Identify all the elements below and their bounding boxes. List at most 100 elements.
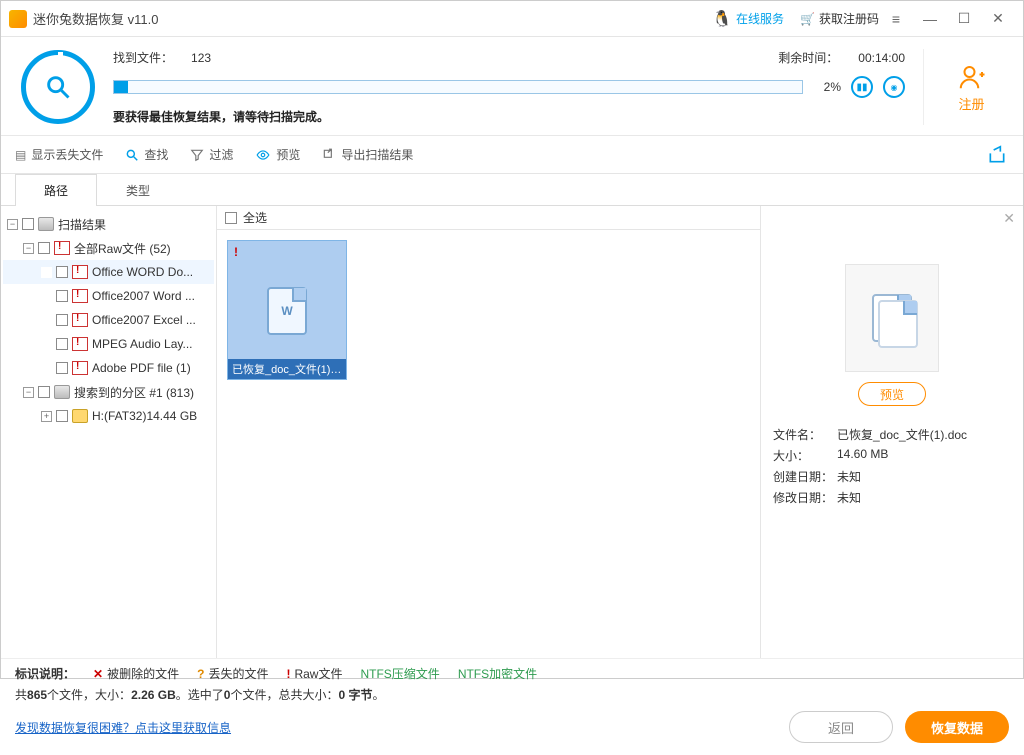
scan-hint: 要获得最佳恢复结果，请等待扫描完成。 bbox=[113, 108, 905, 125]
filter-button[interactable]: 过滤 bbox=[190, 146, 233, 163]
minimize-button[interactable]: — bbox=[913, 7, 947, 31]
penguin-icon: 🐧 bbox=[712, 9, 732, 29]
tree-panel[interactable]: − 扫描结果 − 全部Raw文件 (52) Office WORD Do... … bbox=[1, 206, 217, 658]
tree-drive[interactable]: + H:(FAT32)14.44 GB bbox=[3, 404, 214, 428]
collapse-icon[interactable]: − bbox=[23, 243, 34, 254]
filter-label: 过滤 bbox=[209, 146, 233, 163]
cart-icon: 🛒 bbox=[800, 12, 815, 26]
tree-item-label: MPEG Audio Lay... bbox=[92, 337, 193, 351]
user-plus-icon bbox=[955, 62, 989, 92]
close-button[interactable]: ✕ bbox=[981, 7, 1015, 31]
size-value: 14.60 MB bbox=[837, 447, 888, 464]
modified-key: 修改日期： bbox=[773, 489, 837, 506]
menu-button[interactable]: ≡ bbox=[879, 7, 913, 31]
select-all-label: 全选 bbox=[243, 209, 267, 226]
raw-icon bbox=[72, 313, 88, 327]
checkbox[interactable] bbox=[38, 242, 50, 254]
tab-path[interactable]: 路径 bbox=[15, 174, 97, 206]
funnel-icon bbox=[190, 148, 204, 162]
checkbox[interactable] bbox=[56, 314, 68, 326]
created-key: 创建日期： bbox=[773, 468, 837, 485]
tree-root-label: 扫描结果 bbox=[58, 216, 106, 233]
tree-item[interactable]: MPEG Audio Lay... bbox=[3, 332, 214, 356]
show-lost-files-button[interactable]: ▤ 显示丢失文件 bbox=[15, 146, 103, 163]
tree-raw-label: 全部Raw文件 (52) bbox=[74, 240, 171, 257]
file-tile[interactable]: ! W 已恢复_doc_文件(1).... bbox=[227, 240, 347, 380]
found-files-count: 123 bbox=[191, 51, 211, 65]
app-icon bbox=[9, 10, 27, 28]
titlebar: 迷你兔数据恢复 v11.0 🐧 在线服务 🛒 获取注册码 ≡ — ☐ ✕ bbox=[1, 1, 1023, 37]
disk-icon bbox=[38, 217, 54, 231]
find-button[interactable]: 查找 bbox=[125, 146, 168, 163]
register-button[interactable]: 注册 bbox=[923, 49, 1003, 125]
preview-label: 预览 bbox=[276, 146, 300, 163]
modified-value: 未知 bbox=[837, 489, 861, 506]
tree-item[interactable]: Office2007 Word ... bbox=[3, 284, 214, 308]
checkbox[interactable] bbox=[38, 386, 50, 398]
selected-files: 0 bbox=[224, 688, 231, 702]
pause-button[interactable]: ▮▮ bbox=[851, 76, 873, 98]
size-key: 大小： bbox=[773, 447, 837, 464]
raw-icon bbox=[72, 337, 88, 351]
deleted-icon: ✕ bbox=[93, 667, 103, 681]
online-service-link[interactable]: 🐧 在线服务 bbox=[712, 9, 784, 29]
raw-mark-icon: ! bbox=[286, 667, 290, 681]
help-link[interactable]: 发现数据恢复很困难？点击这里获取信息 bbox=[15, 719, 231, 736]
export-scan-button[interactable]: 导出扫描结果 bbox=[322, 146, 413, 163]
tree-item[interactable]: Adobe PDF file (1) bbox=[3, 356, 214, 380]
grid-body[interactable]: ! W 已恢复_doc_文件(1).... bbox=[217, 230, 760, 658]
scan-panel: 找到文件： 123 剩余时间： 00:14:00 2% ▮▮ ◉ 要获得最佳恢复… bbox=[1, 37, 1023, 136]
scan-spinner bbox=[21, 50, 95, 124]
filename-key: 文件名： bbox=[773, 426, 837, 443]
checkbox[interactable] bbox=[56, 362, 68, 374]
maximize-button[interactable]: ☐ bbox=[947, 7, 981, 31]
checkbox[interactable] bbox=[56, 410, 68, 422]
checkbox[interactable] bbox=[56, 338, 68, 350]
progress-bar bbox=[113, 80, 803, 94]
filename-value: 已恢复_doc_文件(1).doc bbox=[837, 426, 967, 443]
disk-icon bbox=[54, 385, 70, 399]
expand-icon[interactable]: + bbox=[41, 411, 52, 422]
tree-raw-all[interactable]: − 全部Raw文件 (52) bbox=[3, 236, 214, 260]
checkbox[interactable] bbox=[56, 266, 68, 278]
checkbox[interactable] bbox=[22, 218, 34, 230]
find-label: 查找 bbox=[144, 146, 168, 163]
detail-close-button[interactable]: ✕ bbox=[1003, 210, 1015, 227]
get-reg-code-link[interactable]: 🛒 获取注册码 bbox=[800, 10, 879, 27]
tree-root[interactable]: − 扫描结果 bbox=[3, 212, 214, 236]
tree-partition-label: 搜索到的分区 #1 (813) bbox=[74, 384, 194, 401]
checkbox[interactable] bbox=[56, 290, 68, 302]
tree-item[interactable]: Office WORD Do... bbox=[3, 260, 214, 284]
footer: 发现数据恢复很困难？点击这里获取信息 返回 恢复数据 bbox=[1, 707, 1023, 755]
raw-icon bbox=[72, 265, 88, 279]
remaining-time-label: 剩余时间： bbox=[778, 49, 838, 66]
legend-ntfs-enc: NTFS加密文件 bbox=[458, 665, 537, 682]
tab-type[interactable]: 类型 bbox=[97, 174, 179, 206]
detail-panel: ✕ W 预览 文件名：已恢复_doc_文件(1).doc 大小：14.60 MB… bbox=[761, 206, 1023, 658]
tree-item[interactable]: Office2007 Excel ... bbox=[3, 308, 214, 332]
export-label: 导出扫描结果 bbox=[341, 146, 413, 163]
collapse-icon[interactable]: − bbox=[23, 387, 34, 398]
tree-item-label: Office WORD Do... bbox=[92, 265, 193, 279]
total-files: 865 bbox=[27, 688, 47, 702]
back-button[interactable]: 返回 bbox=[789, 711, 893, 743]
recover-button[interactable]: 恢复数据 bbox=[905, 711, 1009, 743]
share-button[interactable] bbox=[985, 143, 1009, 167]
progress-fill bbox=[114, 81, 128, 93]
tree-item-label: Adobe PDF file (1) bbox=[92, 361, 191, 375]
tree-partition[interactable]: − 搜索到的分区 #1 (813) bbox=[3, 380, 214, 404]
raw-icon bbox=[54, 241, 70, 255]
preview-button[interactable]: 预览 bbox=[255, 146, 300, 163]
progress-percent: 2% bbox=[813, 80, 841, 94]
collapse-icon[interactable]: − bbox=[7, 219, 18, 230]
show-lost-label: 显示丢失文件 bbox=[31, 146, 103, 163]
detail-preview-button[interactable]: 预览 bbox=[858, 382, 926, 406]
select-all-checkbox[interactable] bbox=[225, 212, 237, 224]
raw-icon bbox=[72, 361, 88, 375]
main-panel: − 扫描结果 − 全部Raw文件 (52) Office WORD Do... … bbox=[1, 206, 1023, 658]
online-service-label: 在线服务 bbox=[736, 10, 784, 27]
stop-button[interactable]: ◉ bbox=[883, 76, 905, 98]
legend-raw: Raw文件 bbox=[294, 665, 342, 682]
get-reg-code-label: 获取注册码 bbox=[819, 10, 879, 27]
pause-icon: ▮▮ bbox=[856, 82, 867, 93]
